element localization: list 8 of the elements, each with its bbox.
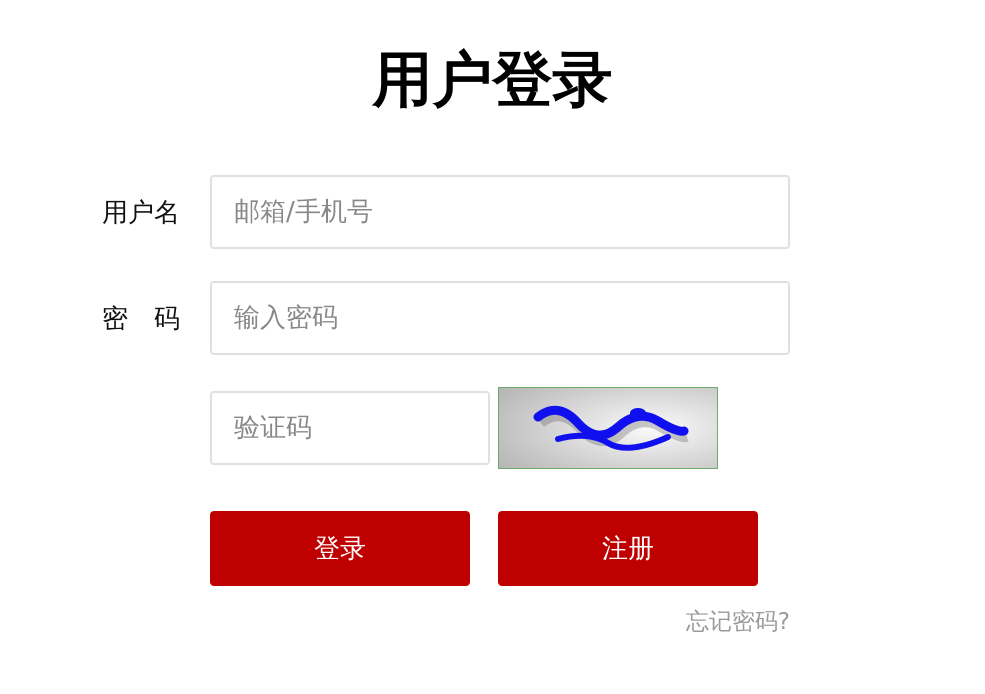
field-label: 密 码 [101,302,180,336]
password-field[interactable]: 输入密码 [210,281,790,355]
captcha-field[interactable]: 验证码 [210,391,490,465]
field-label: 用户名 [101,196,180,230]
page-title: 用户登录 [370,44,614,117]
username-field[interactable]: 邮箱/手机号 [210,175,790,249]
register-button[interactable]: 注册 [498,511,758,586]
login-button[interactable]: 登录 [210,511,470,586]
